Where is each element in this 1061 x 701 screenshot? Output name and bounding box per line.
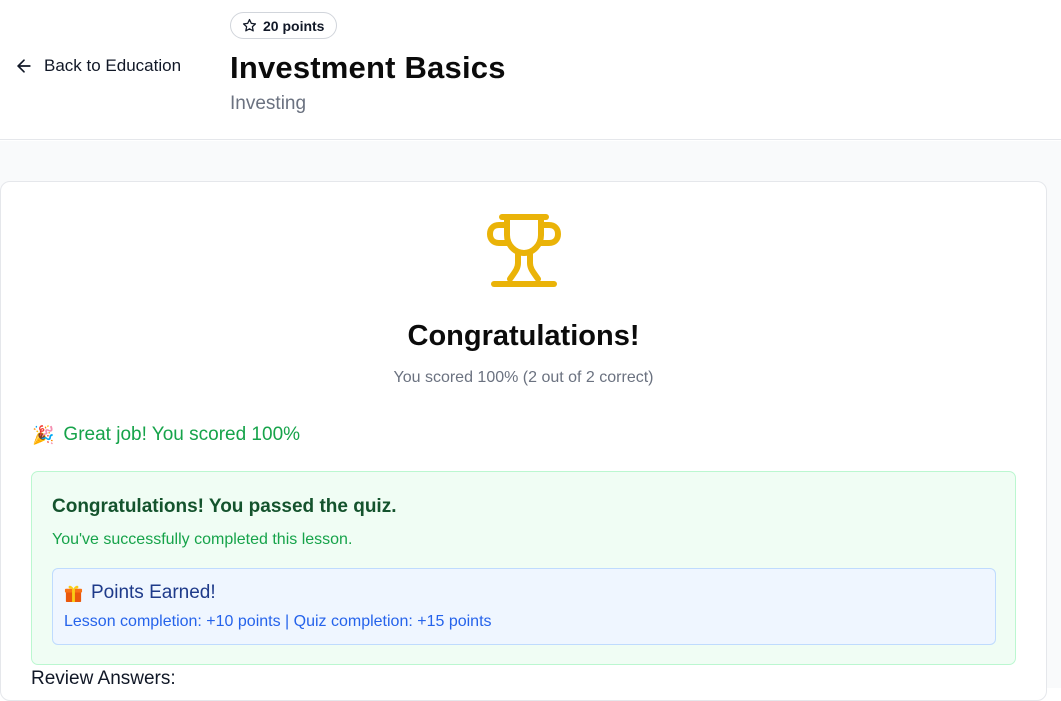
- quiz-passed-subtitle: You've successfully completed this lesso…: [52, 531, 353, 548]
- back-link-label: Back to Education: [44, 56, 182, 75]
- points-badge: 20 points: [230, 12, 338, 39]
- congratulations-heading: Congratulations!: [407, 320, 640, 352]
- points-earned-box: Points Earned! Lesson completion: +10 po…: [52, 568, 996, 645]
- page-title: Investment Basics: [230, 50, 506, 85]
- lesson-header: Back to Education 20 points Investment B…: [0, 0, 1061, 140]
- score-summary: You scored 100% (2 out of 2 correct): [393, 369, 654, 386]
- great-job-message: 🎉 Great job! You scored 100%: [32, 424, 300, 446]
- arrow-left-icon: [17, 59, 31, 73]
- quiz-passed-box: Congratulations! You passed the quiz. Yo…: [31, 471, 1016, 665]
- party-popper-icon: 🎉: [32, 424, 55, 445]
- points-earned-heading: Points Earned!: [64, 582, 216, 604]
- gift-icon: [64, 585, 83, 602]
- points-earned-title: Points Earned!: [91, 582, 216, 603]
- points-earned-detail: Lesson completion: +10 points | Quiz com…: [64, 613, 492, 630]
- lesson-category: Investing: [230, 93, 307, 114]
- review-answers-heading: Review Answers:: [31, 668, 176, 689]
- back-to-education-link[interactable]: Back to Education: [14, 54, 181, 78]
- trophy-icon: [487, 214, 561, 287]
- star-icon: [242, 18, 257, 32]
- great-job-text: Great job! You scored 100%: [63, 424, 301, 445]
- points-badge-label: 20 points: [263, 17, 325, 34]
- quiz-passed-title: Congratulations! You passed the quiz.: [52, 496, 397, 517]
